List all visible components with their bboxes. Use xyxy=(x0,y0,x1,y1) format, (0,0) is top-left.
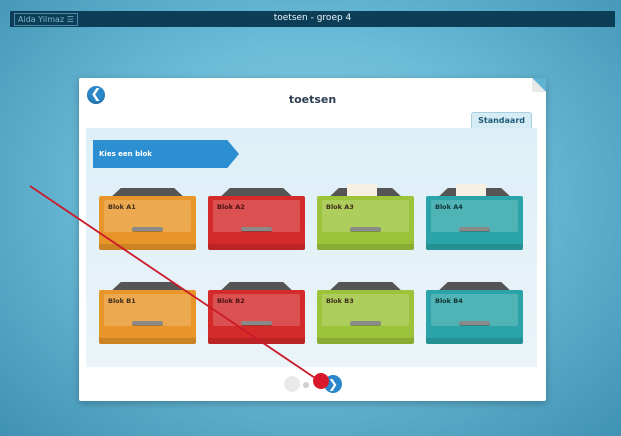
drawer-label: Blok A1 xyxy=(108,203,136,211)
page-indicator-dot xyxy=(303,382,309,388)
page-title: toetsen xyxy=(288,93,337,106)
drawer-handle xyxy=(132,227,163,231)
block-drawer-a3[interactable]: Blok A3 xyxy=(317,184,414,250)
block-drawer-a2[interactable]: Blok A2 xyxy=(208,188,305,250)
drawer-papers xyxy=(456,184,486,196)
drawer-handle xyxy=(459,321,490,325)
drawer-label: Blok A2 xyxy=(217,203,245,211)
drawer-handle xyxy=(132,321,163,325)
drawer-handle xyxy=(350,227,381,231)
block-drawer-b4[interactable]: Blok B4 xyxy=(426,282,523,344)
block-drawer-b2[interactable]: Blok B2 xyxy=(208,282,305,344)
page-curl xyxy=(532,78,546,92)
drawer-label: Blok B3 xyxy=(326,297,354,305)
window-title: toetsen - groep 4 xyxy=(273,13,352,23)
main-card: ❮ toetsen Standaard Kies een blok Blok A… xyxy=(79,78,546,401)
chevron-right-icon: ❯ xyxy=(327,377,339,391)
drawer-label: Blok B4 xyxy=(435,297,463,305)
drawer-label: Blok A3 xyxy=(326,203,354,211)
choose-block-ribbon: Kies een blok xyxy=(93,140,239,168)
tab-standaard[interactable]: Standaard xyxy=(471,112,532,129)
block-drawer-a4[interactable]: Blok A4 xyxy=(426,184,523,250)
drawer-handle xyxy=(459,227,490,231)
block-drawer-b3[interactable]: Blok B3 xyxy=(317,282,414,344)
block-drawer-b1[interactable]: Blok B1 xyxy=(99,282,196,344)
drawer-handle xyxy=(241,227,272,231)
drawer-label: Blok B2 xyxy=(217,297,245,305)
next-page-button[interactable]: ❯ xyxy=(324,375,342,393)
block-drawer-a1[interactable]: Blok A1 xyxy=(99,188,196,250)
drawer-papers xyxy=(347,184,377,196)
block-panel: Kies een blok Blok A1 Blok A2 Blok A3 Bl… xyxy=(86,128,537,367)
drawer-handle xyxy=(350,321,381,325)
previous-page-button[interactable] xyxy=(284,376,300,392)
drawer-label: Blok A4 xyxy=(435,203,463,211)
drawer-handle xyxy=(241,321,272,325)
drawer-label: Blok B1 xyxy=(108,297,136,305)
title-bar: Aida Yilmaz ☰ toetsen - groep 4 xyxy=(10,11,615,27)
pagination: ❯ xyxy=(284,374,344,394)
